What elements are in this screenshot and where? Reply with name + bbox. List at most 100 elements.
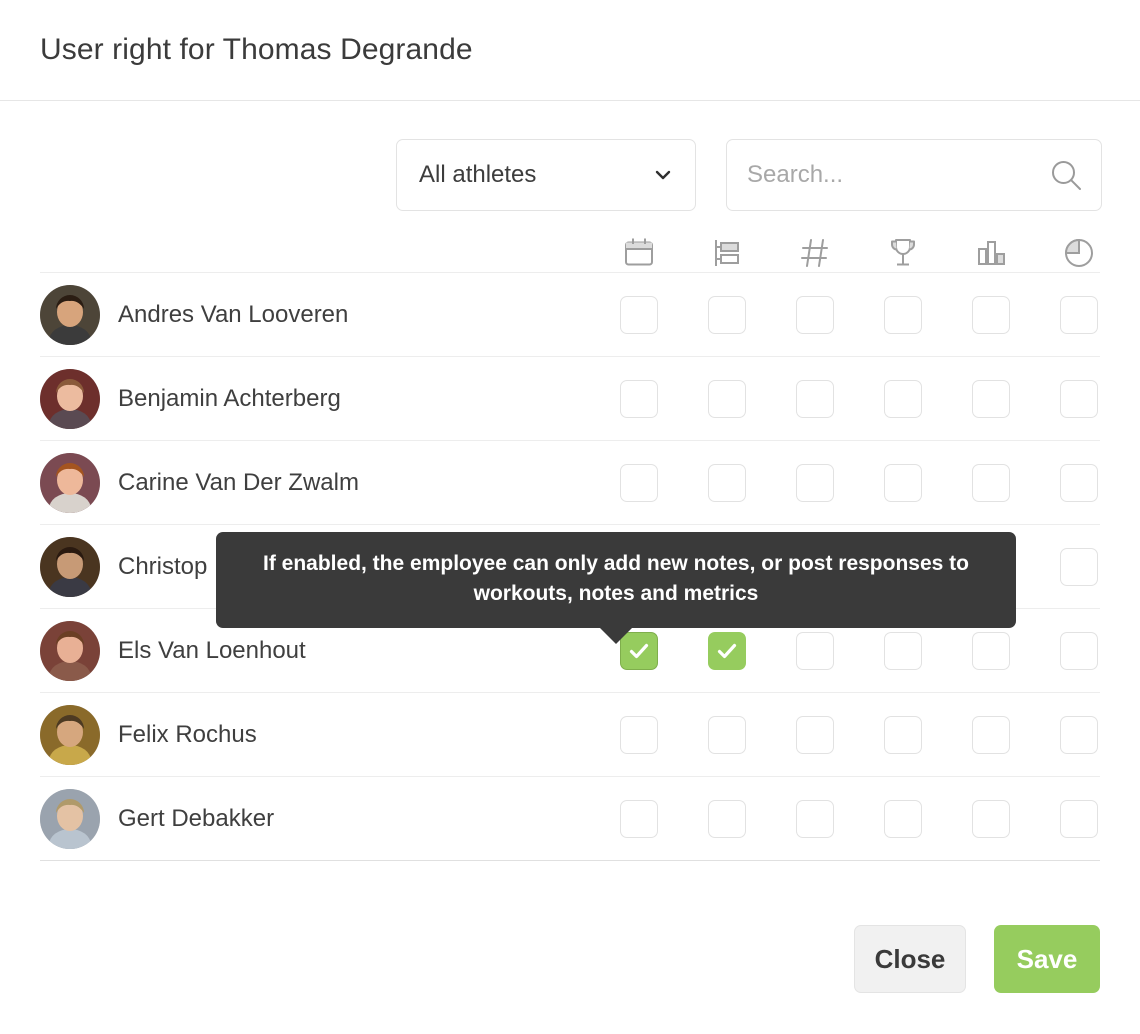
column-header-calendar[interactable] bbox=[595, 236, 683, 270]
column-header-tasks[interactable] bbox=[683, 236, 771, 270]
permission-checkbox-goals[interactable] bbox=[884, 715, 922, 754]
permission-checkbox-stats[interactable] bbox=[972, 631, 1010, 670]
permission-cell bbox=[1035, 463, 1123, 502]
column-header-numbers[interactable] bbox=[771, 236, 859, 270]
permission-cell bbox=[1035, 799, 1123, 838]
permission-cell bbox=[771, 463, 859, 502]
row-person: Andres Van Looveren bbox=[40, 284, 595, 345]
permission-checkbox-tasks[interactable] bbox=[708, 379, 746, 418]
permission-checkbox-reports[interactable] bbox=[1060, 547, 1098, 586]
search-field-wrap[interactable] bbox=[726, 139, 1102, 211]
person-name: Gert Debakker bbox=[118, 804, 275, 832]
permission-checkbox-goals[interactable] bbox=[884, 631, 922, 670]
permission-checkbox-tasks[interactable] bbox=[708, 631, 746, 670]
avatar bbox=[40, 536, 100, 597]
hashtag-icon bbox=[798, 236, 832, 270]
permission-checkbox-stats[interactable] bbox=[972, 295, 1010, 334]
person-name: Andres Van Looveren bbox=[118, 300, 349, 328]
permission-checkbox-numbers[interactable] bbox=[796, 295, 834, 334]
permission-checkbox-numbers[interactable] bbox=[796, 715, 834, 754]
bar-chart-icon bbox=[974, 236, 1008, 270]
permission-cell bbox=[859, 631, 947, 670]
permission-checkbox-calendar[interactable] bbox=[620, 379, 658, 418]
permission-checkbox-calendar[interactable] bbox=[620, 295, 658, 334]
permission-checkbox-reports[interactable] bbox=[1060, 715, 1098, 754]
permission-cell bbox=[947, 463, 1035, 502]
table-row: Andres Van Looveren bbox=[40, 273, 1100, 357]
permission-checkbox-tasks[interactable] bbox=[708, 799, 746, 838]
permission-checkbox-stats[interactable] bbox=[972, 379, 1010, 418]
permission-cell bbox=[947, 379, 1035, 418]
page-title: User right for Thomas Degrande bbox=[40, 33, 473, 66]
row-person: Benjamin Achterberg bbox=[40, 368, 595, 429]
permission-cell bbox=[771, 379, 859, 418]
permission-cell bbox=[859, 463, 947, 502]
permission-checkbox-tasks[interactable] bbox=[708, 463, 746, 502]
permission-checkbox-reports[interactable] bbox=[1060, 631, 1098, 670]
search-input[interactable] bbox=[727, 140, 1027, 210]
permission-cell bbox=[683, 631, 771, 670]
permission-cell bbox=[1035, 631, 1123, 670]
permission-cell bbox=[947, 295, 1035, 334]
column-header-goals[interactable] bbox=[859, 236, 947, 270]
permission-checkbox-reports[interactable] bbox=[1060, 295, 1098, 334]
permission-cell bbox=[771, 799, 859, 838]
permission-tooltip: If enabled, the employee can only add ne… bbox=[216, 532, 1016, 644]
table-row: Carine Van Der Zwalm bbox=[40, 441, 1100, 525]
permission-cell bbox=[595, 295, 683, 334]
permission-cell bbox=[859, 799, 947, 838]
permission-checkbox-stats[interactable] bbox=[972, 715, 1010, 754]
row-person: Els Van Loenhout bbox=[40, 620, 595, 681]
permission-checkbox-tasks[interactable] bbox=[708, 295, 746, 334]
permission-cell bbox=[595, 463, 683, 502]
permission-checkbox-reports[interactable] bbox=[1060, 463, 1098, 502]
permission-checkbox-calendar[interactable] bbox=[620, 463, 658, 502]
permission-checkbox-calendar[interactable] bbox=[620, 799, 658, 838]
athlete-filter-select[interactable]: All athletes bbox=[396, 139, 696, 211]
permission-checkbox-reports[interactable] bbox=[1060, 379, 1098, 418]
column-header-stats[interactable] bbox=[947, 236, 1035, 270]
permission-cell bbox=[1035, 379, 1123, 418]
permission-checkbox-stats[interactable] bbox=[972, 463, 1010, 502]
permission-cell bbox=[595, 379, 683, 418]
gantt-bars-icon bbox=[710, 236, 744, 270]
permission-cell bbox=[1035, 295, 1123, 334]
table-column-headers bbox=[40, 211, 1100, 273]
permission-checkbox-goals[interactable] bbox=[884, 799, 922, 838]
avatar bbox=[40, 284, 100, 345]
permission-checkbox-reports[interactable] bbox=[1060, 799, 1098, 838]
permission-checkbox-numbers[interactable] bbox=[796, 799, 834, 838]
chevron-down-icon bbox=[653, 165, 673, 185]
permission-checkbox-tasks[interactable] bbox=[708, 715, 746, 754]
search-icon[interactable] bbox=[1049, 158, 1083, 192]
column-header-reports[interactable] bbox=[1035, 236, 1123, 270]
permission-cell bbox=[1035, 547, 1123, 586]
trophy-icon bbox=[886, 236, 920, 270]
permission-checkbox-stats[interactable] bbox=[972, 799, 1010, 838]
athlete-filter-value: All athletes bbox=[419, 161, 537, 188]
permission-cell bbox=[947, 799, 1035, 838]
permission-checkbox-numbers[interactable] bbox=[796, 463, 834, 502]
calendar-icon bbox=[622, 236, 656, 270]
permission-cell bbox=[771, 715, 859, 754]
save-button[interactable]: Save bbox=[994, 925, 1100, 993]
avatar bbox=[40, 620, 100, 681]
person-name: Felix Rochus bbox=[118, 720, 257, 748]
permission-cell bbox=[595, 715, 683, 754]
avatar bbox=[40, 368, 100, 429]
permission-checkbox-goals[interactable] bbox=[884, 295, 922, 334]
tooltip-arrow bbox=[599, 626, 633, 644]
permission-checkbox-numbers[interactable] bbox=[796, 379, 834, 418]
permission-checkbox-calendar[interactable] bbox=[620, 715, 658, 754]
permission-checkbox-numbers[interactable] bbox=[796, 631, 834, 670]
row-person: Felix Rochus bbox=[40, 704, 595, 765]
table-row: Felix Rochus bbox=[40, 693, 1100, 777]
avatar bbox=[40, 704, 100, 765]
permission-cell bbox=[595, 799, 683, 838]
person-name: Christop bbox=[118, 552, 208, 580]
permission-cell bbox=[683, 463, 771, 502]
permission-checkbox-goals[interactable] bbox=[884, 463, 922, 502]
close-button[interactable]: Close bbox=[854, 925, 966, 993]
permission-checkbox-goals[interactable] bbox=[884, 379, 922, 418]
permission-cell bbox=[683, 799, 771, 838]
